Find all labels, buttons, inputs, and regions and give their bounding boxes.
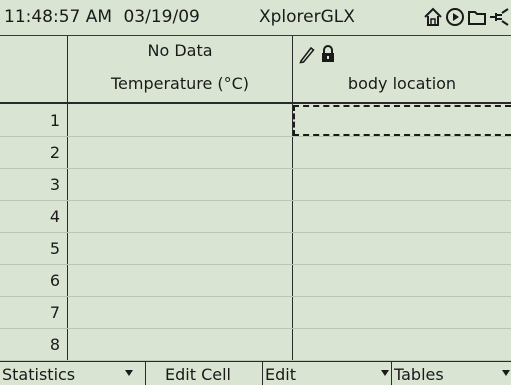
- table-row[interactable]: 3: [0, 169, 511, 201]
- header-divider: [0, 102, 511, 104]
- column-header-1-status[interactable]: No Data: [68, 41, 292, 60]
- statistics-softkey[interactable]: Statistics: [0, 362, 145, 385]
- lock-icon: [320, 44, 336, 68]
- clock: 11:48:57 AM 03/19/09: [4, 7, 200, 27]
- softkey-label: Edit Cell: [165, 365, 231, 384]
- row-number: 8: [49, 335, 60, 354]
- softkey-bar: Statistics Edit Cell Edit Tables: [0, 361, 511, 385]
- table-row[interactable]: 6: [0, 265, 511, 297]
- table-row[interactable]: 7: [0, 297, 511, 329]
- row-number: 6: [49, 271, 60, 290]
- status-bar: 11:48:57 AM 03/19/09 XplorerGLX: [0, 0, 511, 36]
- date-text: 03/19/09: [123, 7, 200, 27]
- time-text: 11:48:57 AM: [4, 7, 113, 27]
- play-icon[interactable]: [444, 5, 466, 29]
- dropdown-arrow-icon: [502, 370, 510, 376]
- power-icon[interactable]: [488, 5, 510, 29]
- softkey-label: Edit: [265, 365, 296, 384]
- row-number: 4: [49, 207, 60, 226]
- table-row[interactable]: 2: [0, 137, 511, 169]
- column-header-1-label[interactable]: Temperature (°C): [68, 74, 292, 93]
- row-number: 1: [49, 111, 60, 130]
- dropdown-arrow-icon: [125, 370, 133, 376]
- edit-cell-softkey[interactable]: Edit Cell: [146, 362, 262, 385]
- table-row[interactable]: 4: [0, 201, 511, 233]
- column-header-2-label[interactable]: body location: [293, 74, 511, 93]
- home-icon[interactable]: [422, 5, 444, 29]
- pencil-icon: [298, 44, 316, 68]
- edit-softkey[interactable]: Edit: [263, 362, 391, 385]
- app-title: XplorerGLX: [259, 7, 355, 27]
- table-row[interactable]: 8: [0, 329, 511, 361]
- softkey-label: Statistics: [2, 365, 76, 384]
- row-number: 2: [49, 143, 60, 162]
- table-row[interactable]: 5: [0, 233, 511, 265]
- folder-icon[interactable]: [466, 5, 488, 29]
- softkey-label: Tables: [394, 365, 444, 384]
- selected-cell[interactable]: [293, 105, 511, 136]
- row-number: 5: [49, 239, 60, 258]
- data-table: No Data Temperature (°C) body location 1…: [0, 36, 511, 361]
- row-number: 3: [49, 175, 60, 194]
- tables-softkey[interactable]: Tables: [392, 362, 511, 385]
- dropdown-arrow-icon: [381, 370, 389, 376]
- row-number: 7: [49, 303, 60, 322]
